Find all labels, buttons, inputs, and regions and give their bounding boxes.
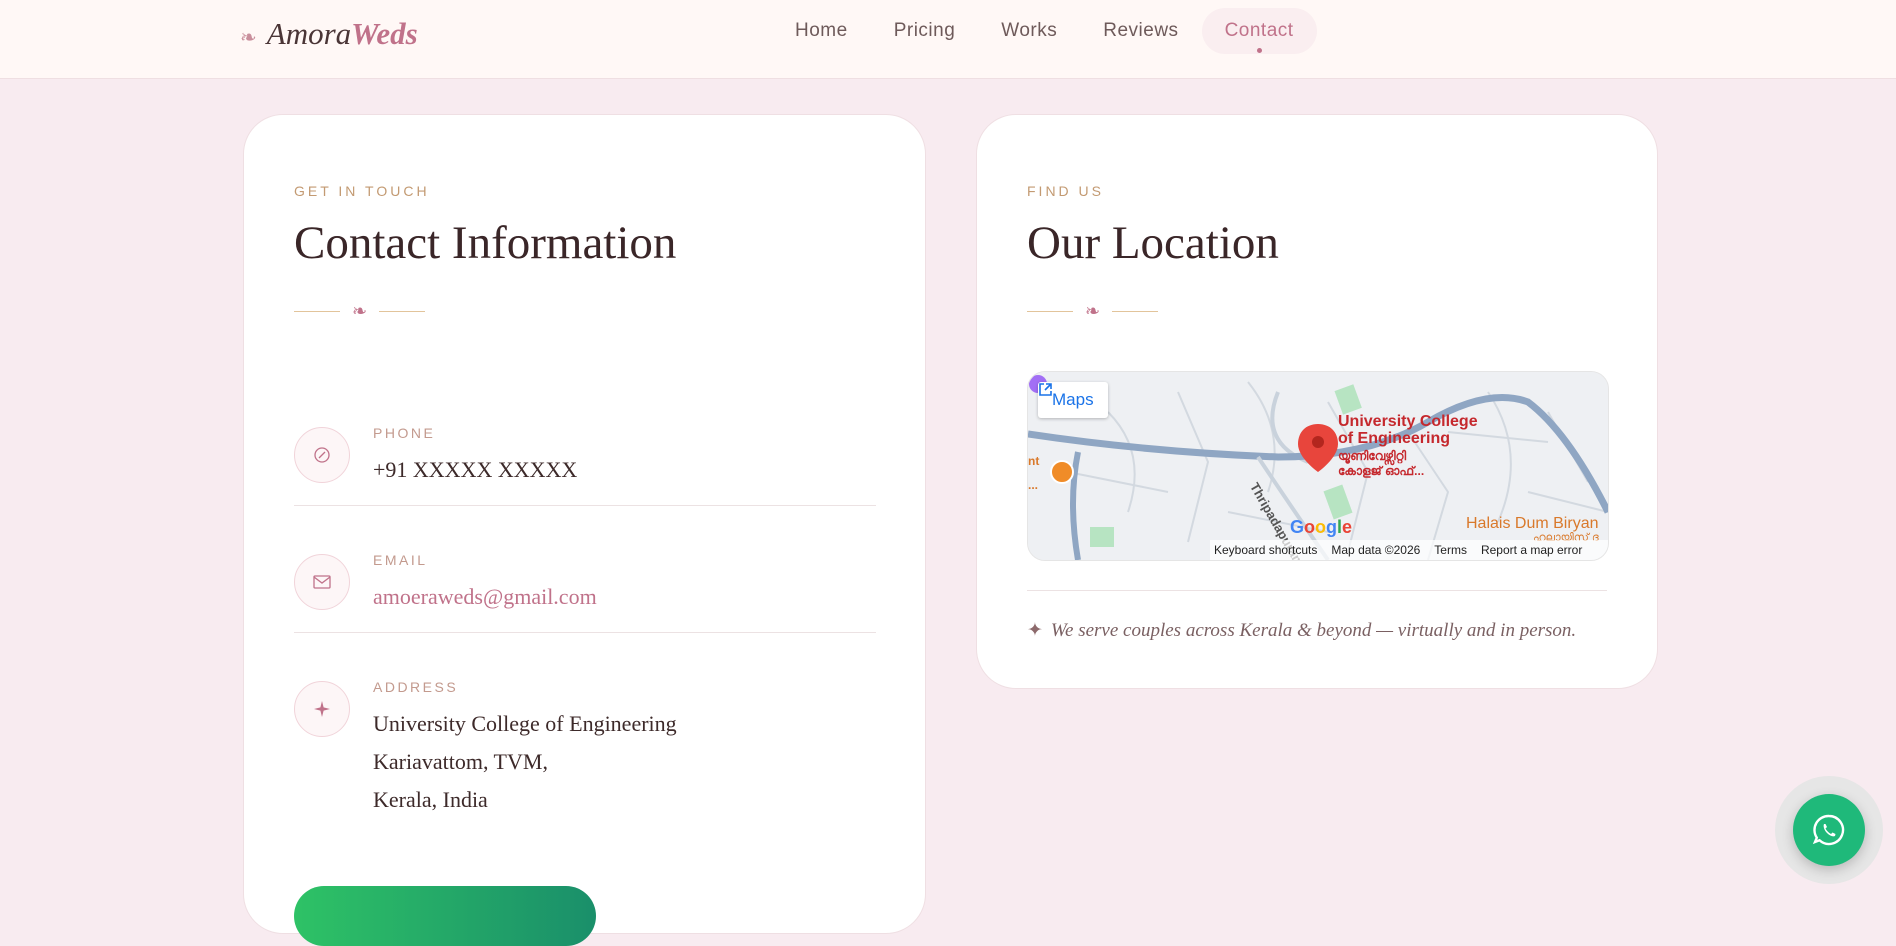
location-card: FIND US Our Location ❧ Maps University C…: [976, 114, 1658, 689]
active-indicator-dot: [1257, 48, 1263, 53]
phone-row: PHONE +91 XXXXX XXXXX: [294, 413, 876, 506]
external-link-icon: [1039, 383, 1052, 396]
ornament-divider: ❧: [294, 301, 426, 322]
phone-value[interactable]: +91 XXXXX XXXXX: [373, 457, 577, 483]
nav-contact[interactable]: Contact: [1201, 8, 1317, 54]
address-line-3: Kerala, India: [373, 787, 488, 812]
nav-home[interactable]: Home: [772, 8, 871, 54]
location-title: Our Location: [1027, 217, 1279, 269]
map-data-credit: Map data ©2026: [1331, 543, 1421, 557]
address-line-2: Kariavattom, TVM,: [373, 749, 548, 774]
cta-button[interactable]: [294, 886, 596, 946]
site-logo[interactable]: ❧ Amora Weds: [240, 16, 418, 52]
map-place-name-1: University College: [1338, 413, 1478, 430]
sparkle-icon: [294, 681, 350, 737]
separator: [1027, 590, 1607, 591]
email-row: EMAIL amoeraweds@gmail.com: [294, 540, 876, 633]
maps-button-label: Maps: [1052, 390, 1094, 409]
google-logo: Google: [1290, 517, 1353, 537]
report-map-error-link[interactable]: Report a map error: [1481, 543, 1582, 557]
address-label: ADDRESS: [373, 679, 459, 695]
whatsapp-button-inner: [1793, 794, 1865, 866]
phone-label: PHONE: [373, 425, 436, 441]
contact-info-card: GET IN TOUCH Contact Information ❧ PHONE…: [243, 114, 926, 946]
open-in-maps-button[interactable]: Maps: [1038, 382, 1108, 418]
email-label: EMAIL: [373, 552, 428, 568]
logo-text-amora: Amora: [266, 16, 352, 51]
map-edge-text-2: ...: [1028, 478, 1039, 492]
logo-text-weds: Weds: [351, 16, 418, 51]
phone-icon: [294, 427, 350, 483]
terms-link[interactable]: Terms: [1434, 543, 1467, 557]
service-tagline: ✦ We serve couples across Kerala & beyond…: [1027, 619, 1576, 642]
address-line-1: University College of Engineering: [373, 711, 677, 736]
tagline-text: We serve couples across Kerala & beyond …: [1050, 620, 1577, 641]
main-nav: Home Pricing Works Reviews Contact: [772, 8, 1317, 54]
nav-works[interactable]: Works: [978, 8, 1080, 54]
contact-eyebrow: GET IN TOUCH: [294, 183, 430, 199]
leaf-ornament-icon: ❧: [240, 27, 257, 49]
whatsapp-float-button[interactable]: [1775, 776, 1883, 884]
leaf-ornament-icon: ❧: [1085, 301, 1101, 321]
map-place-name-2: of Engineering: [1338, 430, 1450, 447]
keyboard-shortcuts-link[interactable]: Keyboard shortcuts: [1214, 543, 1317, 557]
map-edge-text-1: nt: [1028, 454, 1040, 468]
nav-contact-label: Contact: [1224, 20, 1294, 41]
map-attribution-bar: Keyboard shortcuts Map data ©2026 Terms …: [1210, 540, 1608, 560]
contact-title: Contact Information: [294, 217, 677, 269]
address-row: ADDRESS University College of Engineerin…: [294, 667, 876, 817]
leaf-ornament-icon: ❧: [352, 301, 368, 321]
location-eyebrow: FIND US: [1027, 183, 1104, 199]
whatsapp-icon: [1812, 814, 1845, 846]
map-restaurant-name: Halais Dum Biryan: [1466, 515, 1599, 532]
ornament-divider: ❧: [1027, 301, 1159, 322]
mail-icon: [294, 554, 350, 610]
map-place-local-1: യൂണിവേഴ്സിറ്റി: [1338, 449, 1407, 463]
embedded-map[interactable]: Maps University College of Engineering യ…: [1027, 371, 1609, 561]
map-place-local-2: കോളജ് ഓഫ്...: [1338, 464, 1425, 478]
sparkle-icon: ✦: [1027, 620, 1043, 641]
nav-pricing[interactable]: Pricing: [871, 8, 979, 54]
email-link[interactable]: amoeraweds@gmail.com: [373, 584, 597, 610]
site-header: ❧ Amora Weds Home Pricing Works Reviews …: [0, 0, 1896, 79]
nav-reviews[interactable]: Reviews: [1080, 8, 1201, 54]
